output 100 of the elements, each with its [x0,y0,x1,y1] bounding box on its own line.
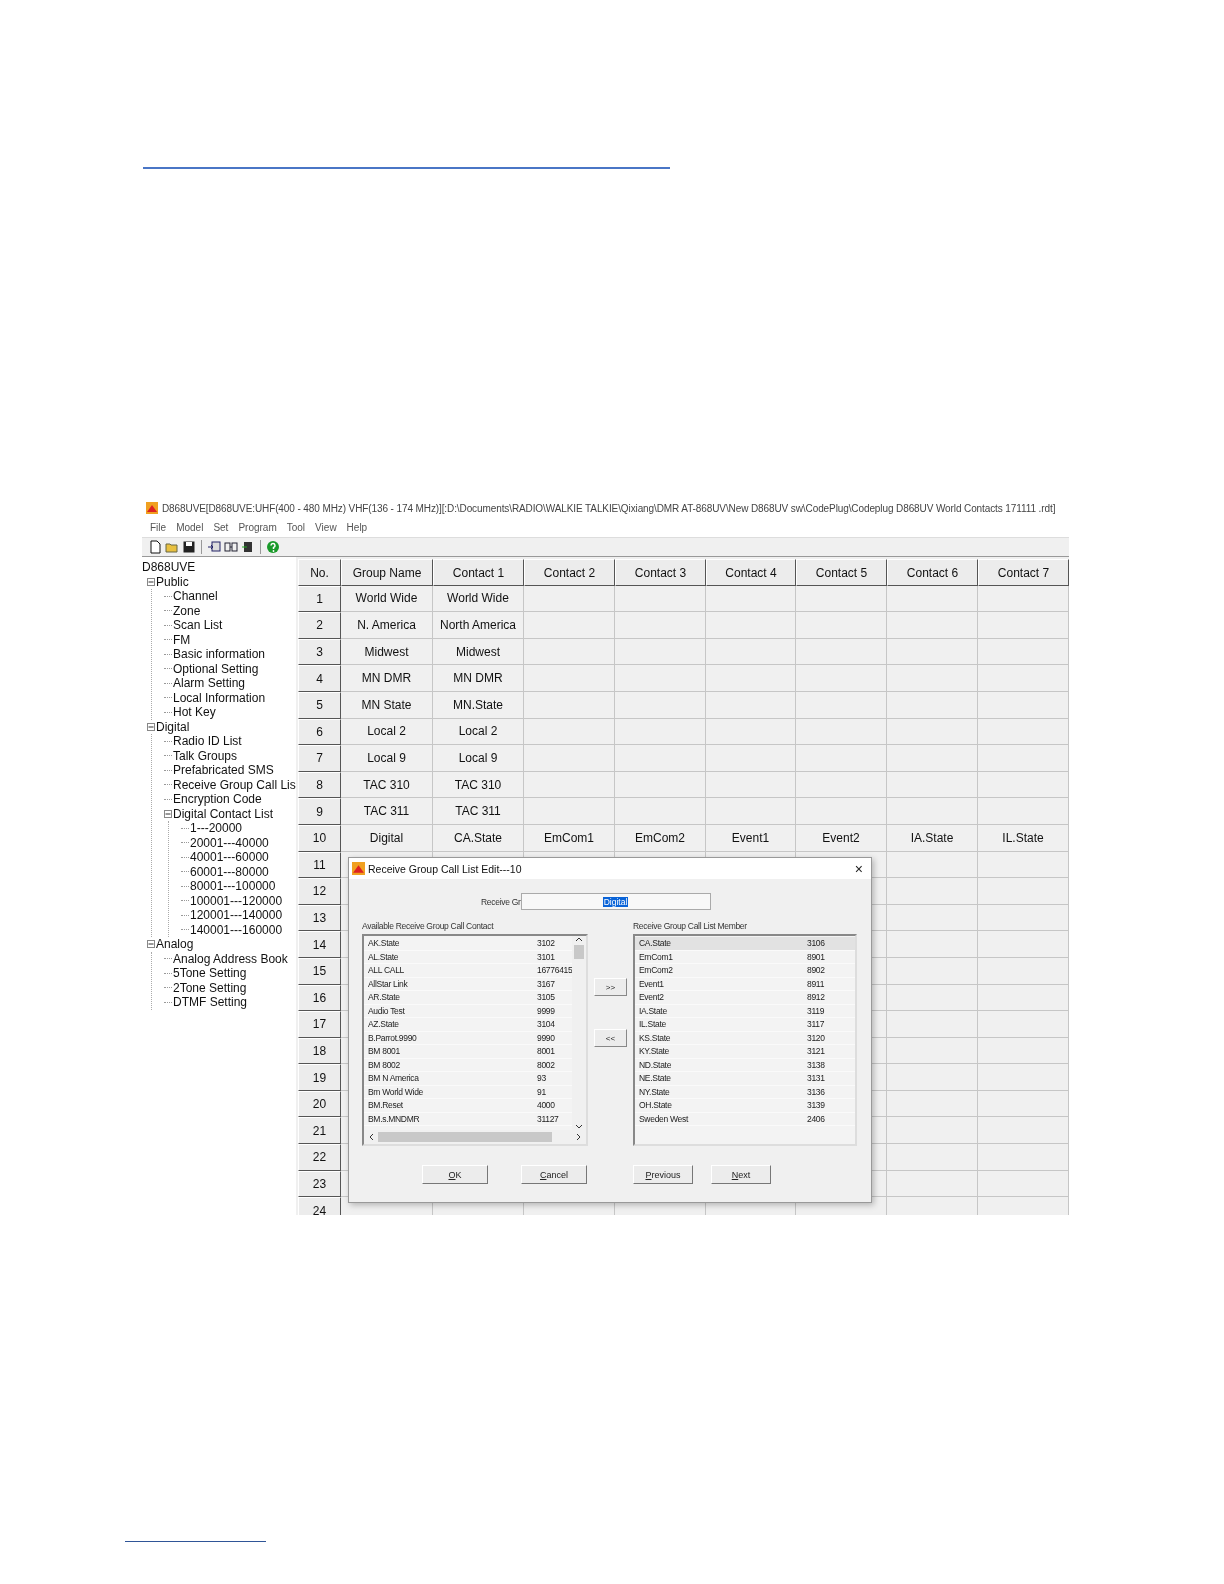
row-number[interactable]: 3 [298,638,341,666]
tree-item[interactable]: 80001---100000 [190,879,276,894]
add-button[interactable]: >> [594,978,627,996]
menu-item[interactable]: Set [208,522,234,533]
row-number[interactable]: 21 [298,1117,341,1145]
new-file-icon[interactable] [148,540,162,554]
list-item[interactable]: AZ.State 3104 [364,1018,573,1032]
tree-item[interactable]: Alarm Setting [173,676,246,691]
list-item[interactable]: Sweden West 2406 [635,1112,855,1126]
save-icon[interactable] [182,540,196,554]
tree-item[interactable]: DTMF Setting [173,995,247,1010]
row-number[interactable]: 24 [298,1197,341,1215]
list-item[interactable]: BM 8002 8002 [364,1058,573,1072]
menu-item[interactable]: Model [171,522,209,533]
row-number[interactable]: 16 [298,984,341,1012]
list-item[interactable]: EmCom2 8902 [635,964,855,978]
tree-item[interactable]: Scan List [173,618,223,633]
column-header[interactable]: Contact 7 [978,559,1069,586]
tree-item[interactable]: Receive Group Call Lis [173,777,296,792]
row-number[interactable]: 9 [298,798,341,825]
tree-item[interactable]: Analog [156,937,194,952]
list-item[interactable]: AK.State 3102 [364,937,573,951]
help-icon[interactable] [266,540,280,554]
tree-item[interactable]: Basic information [173,647,266,662]
row-number[interactable]: 18 [298,1037,341,1065]
list-item[interactable]: Event2 8912 [635,991,855,1005]
tree-item[interactable]: Radio ID List [173,734,242,749]
list-item[interactable]: AllStar Link 3167 [364,977,573,991]
tree-item[interactable]: Local Information [173,690,266,705]
menu-item[interactable]: Help [341,522,373,533]
column-header[interactable]: Group Name [341,559,433,586]
tree-item[interactable]: Zone [173,603,201,618]
list-item[interactable]: Bm World Wide 91 [364,1085,573,1099]
row-number[interactable]: 7 [298,745,341,772]
tree-item[interactable]: Channel [173,589,218,604]
menu-item[interactable]: File [145,522,172,533]
radio-link-icon[interactable] [224,540,238,554]
scroll-down-icon[interactable] [575,1124,584,1130]
tree-item[interactable]: FM [173,632,191,647]
list-item[interactable]: Event1 8911 [635,977,855,991]
scroll-thumb[interactable] [574,945,585,959]
expander-icon[interactable] [147,940,155,949]
row-number[interactable]: 11 [298,851,341,879]
tree-item[interactable]: 2Tone Setting [173,980,247,995]
dialog-button[interactable]: Next [711,1165,771,1184]
list-item[interactable]: BM.Reset 4000 [364,1099,573,1113]
column-header[interactable]: Contact 6 [887,559,978,586]
tree-item[interactable]: 100001---120000 [190,893,283,908]
expander-icon[interactable] [147,722,155,731]
tree-item[interactable]: Hot Key [173,705,216,720]
open-folder-icon[interactable] [165,540,179,554]
scroll-right-icon[interactable] [576,1133,582,1141]
expander-icon[interactable] [147,577,155,586]
tree-item[interactable]: 1---20000 [190,821,243,836]
column-header[interactable]: No. [298,559,341,586]
dialog-button[interactable]: Cancel [521,1165,587,1184]
row-number[interactable]: 5 [298,691,341,719]
menu-item[interactable]: Program [233,522,282,533]
list-item[interactable]: CA.State 3106 [635,937,855,951]
row-number[interactable]: 19 [298,1064,341,1091]
list-item[interactable]: IL.State 3117 [635,1018,855,1032]
scroll-up-icon[interactable] [575,936,584,942]
tree-item[interactable]: Talk Groups [173,748,238,763]
list-item[interactable]: OH.State 3139 [635,1099,855,1113]
row-number[interactable]: 15 [298,957,341,985]
row-number[interactable]: 6 [298,718,341,746]
column-header[interactable]: Contact 1 [433,559,524,586]
tree-item[interactable]: Prefabricated SMS [173,763,274,778]
list-item[interactable]: B.Parrot.9990 9990 [364,1031,573,1045]
list-item[interactable]: BM.s.MNDMR 31127 [364,1112,573,1126]
list-item[interactable]: BM 8001 8001 [364,1045,573,1059]
menu-item[interactable]: View [310,522,342,533]
tree-item[interactable]: Digital Contact List [173,806,274,821]
close-button[interactable]: × [846,860,871,877]
list-item[interactable]: Audio Test 9999 [364,1004,573,1018]
list-item[interactable]: KY.State 3121 [635,1045,855,1059]
list-item[interactable]: IA.State 3119 [635,1004,855,1018]
tree-item[interactable]: 120001---140000 [190,908,283,923]
row-number[interactable]: 22 [298,1144,341,1171]
tree-item[interactable]: 140001---160000 [190,922,283,937]
tree-item[interactable]: Public [156,574,189,589]
row-number[interactable]: 12 [298,878,341,905]
write-device-icon[interactable] [241,540,255,554]
column-header[interactable]: Contact 5 [796,559,887,586]
tree-item[interactable]: Encryption Code [173,792,262,807]
dialog-button[interactable]: Previous [633,1165,693,1184]
list-item[interactable]: KS.State 3120 [635,1031,855,1045]
contact-list[interactable] [362,934,588,1146]
row-number[interactable]: 17 [298,1011,341,1038]
list-item[interactable]: NE.State 3131 [635,1072,855,1086]
row-number[interactable]: 23 [298,1170,341,1198]
tree-item[interactable]: 40001---60000 [190,850,269,865]
list-item[interactable]: EmCom1 8901 [635,950,855,964]
row-number[interactable]: 13 [298,904,341,932]
menu-item[interactable]: Tool [281,522,311,533]
tree-item[interactable]: Analog Address Book [173,951,288,966]
list-item[interactable]: AR.State 3105 [364,991,573,1005]
scroll-left-icon[interactable] [368,1133,374,1141]
tree-item[interactable]: D868UVE [142,560,196,575]
remove-button[interactable]: << [594,1029,627,1047]
